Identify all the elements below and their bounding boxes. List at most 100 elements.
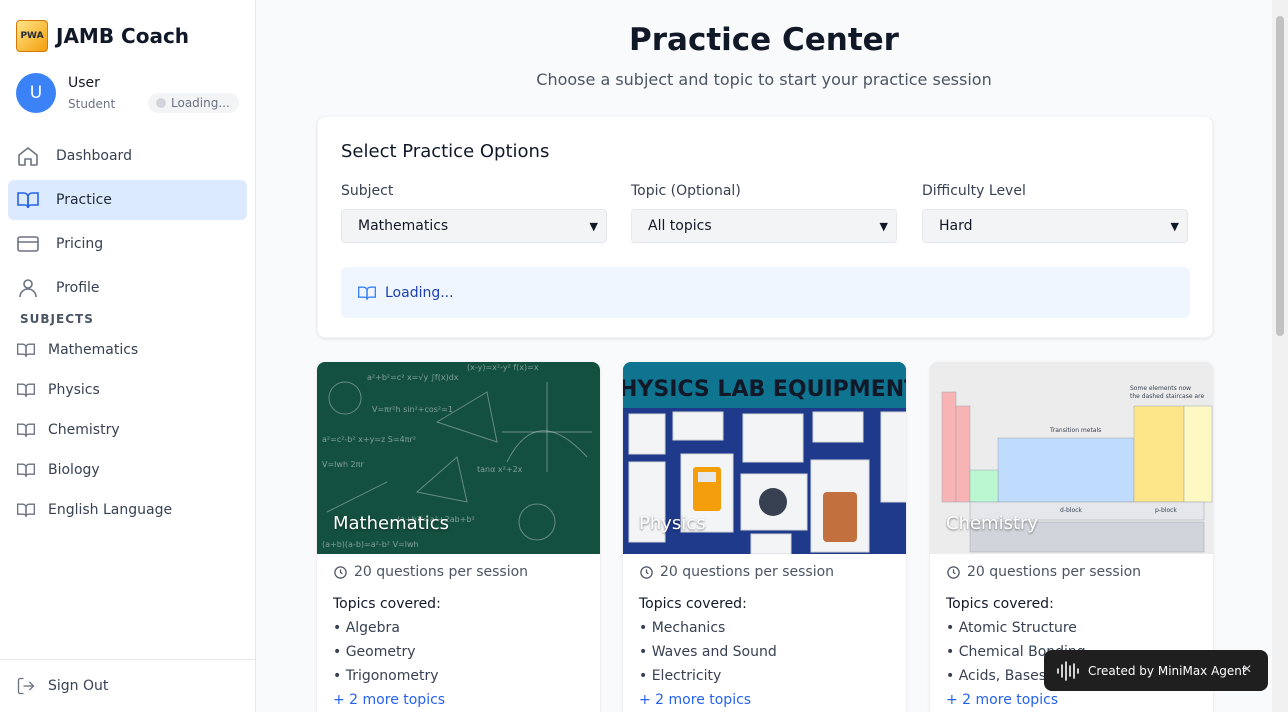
book-icon <box>17 423 35 437</box>
page-title: Practice Center <box>629 22 899 58</box>
clock-icon <box>334 565 347 579</box>
topic-item: • Atomic Structure <box>946 620 1077 636</box>
book-icon <box>17 383 35 397</box>
options-title: Select Practice Options <box>341 141 550 162</box>
audio-wave-icon <box>1057 660 1079 681</box>
svg-text:the dashed staircase are: the dashed staircase are <box>1130 393 1204 400</box>
chevron-down-icon: ▼ <box>589 219 598 233</box>
card-meta: 20 questions per session <box>639 564 890 580</box>
sidebar-item-label: Biology <box>48 462 100 478</box>
user-info: User Student <box>68 75 115 111</box>
svg-text:Some elements now: Some elements now <box>1130 385 1191 392</box>
card-meta: 20 questions per session <box>946 564 1197 580</box>
card-image-label: Chemistry <box>946 513 1039 534</box>
subject-select[interactable]: Mathematics ▼ <box>341 209 607 243</box>
nav-item-label: Practice <box>56 192 112 208</box>
sidebar-item-label: English Language <box>48 502 173 518</box>
card-body: 20 questions per session Topics covered:… <box>623 554 906 712</box>
sidebar-item-physics[interactable]: Physics <box>16 380 100 400</box>
card-image: a²+b²=c² x=√y ∫f(x)dx (x-y)=x²-y² f(x)=x… <box>317 362 600 554</box>
nav-item-pricing[interactable]: Pricing <box>8 224 247 264</box>
chevron-down-icon: ▼ <box>879 219 888 233</box>
status-badge: Loading... <box>148 93 239 113</box>
subject-label: Subject <box>341 183 394 199</box>
nav-item-label: Profile <box>56 280 100 296</box>
page-subtitle: Choose a subject and topic to start your… <box>536 70 992 89</box>
topic-item: • Mechanics <box>639 620 726 636</box>
svg-text:(x-y)=x²-y² f(x)=x: (x-y)=x²-y² f(x)=x <box>467 363 539 372</box>
svg-text:V=πr²h sin²+cos²=1: V=πr²h sin²+cos²=1 <box>372 405 453 414</box>
physics-banner-text: HYSICS LAB EQUIPMENT <box>623 377 906 402</box>
difficulty-select[interactable]: Hard ▼ <box>922 209 1188 243</box>
difficulty-label: Difficulty Level <box>922 183 1026 199</box>
card-image: HYSICS LAB EQUIPMENT Physics <box>623 362 906 554</box>
nav-item-practice[interactable]: Practice <box>8 180 247 220</box>
user-icon <box>19 279 37 298</box>
book-icon <box>17 192 39 209</box>
difficulty-select-value: Hard <box>939 218 973 234</box>
svg-text:d-block: d-block <box>1060 507 1082 514</box>
user-block: U User Student Loading... <box>16 73 240 113</box>
brand[interactable]: PWA JAMB Coach <box>16 20 189 52</box>
topic-item: • Electricity <box>639 668 722 684</box>
sidebar: PWA JAMB Coach U User Student Loading...… <box>0 0 256 712</box>
credit-card-icon <box>17 236 39 252</box>
log-out-icon <box>17 677 35 695</box>
practice-options-card: Select Practice Options Subject Mathemat… <box>317 116 1213 338</box>
sidebar-item-chemistry[interactable]: Chemistry <box>16 420 120 440</box>
topics-title: Topics covered: <box>639 596 747 612</box>
topic-item: • Waves and Sound <box>639 644 777 660</box>
brand-name: JAMB Coach <box>56 24 190 48</box>
book-icon <box>17 503 35 517</box>
nav-item-label: Dashboard <box>56 148 132 164</box>
svg-text:a²=c²-b² x+y=z S=4πr²: a²=c²-b² x+y=z S=4πr² <box>322 435 416 444</box>
topic-select-value: All topics <box>648 218 712 234</box>
questions-per-session: 20 questions per session <box>967 564 1142 580</box>
nav-item-profile[interactable]: Profile <box>8 268 247 308</box>
subject-card-physics[interactable]: HYSICS LAB EQUIPMENT Physics 20 question… <box>623 362 906 712</box>
svg-text:tanα x²+2x: tanα x²+2x <box>477 465 523 474</box>
subject-select-value: Mathematics <box>358 218 449 234</box>
sidebar-item-label: Physics <box>48 382 100 398</box>
svg-text:(a+b)(a-b)=a²-b² V=lwh: (a+b)(a-b)=a²-b² V=lwh <box>322 540 419 549</box>
scrollbar-thumb[interactable] <box>1276 16 1284 336</box>
svg-text:Transition metals: Transition metals <box>1049 427 1101 434</box>
sidebar-footer: Sign Out <box>0 659 255 712</box>
topic-item: • Algebra <box>333 620 400 636</box>
more-topics-link[interactable]: + 2 more topics <box>946 692 1197 708</box>
card-meta: 20 questions per session <box>333 564 584 580</box>
clock-icon <box>640 565 653 579</box>
topic-label: Topic (Optional) <box>631 183 741 199</box>
nav-item-label: Pricing <box>56 236 104 252</box>
sidebar-item-english-language[interactable]: English Language <box>16 500 172 520</box>
subject-card-mathematics[interactable]: a²+b²=c² x=√y ∫f(x)dx (x-y)=x²-y² f(x)=x… <box>317 362 600 712</box>
card-image: Some elements now the dashed staircase a… <box>930 362 1213 554</box>
book-icon <box>358 286 376 300</box>
sidebar-item-mathematics[interactable]: Mathematics <box>16 340 138 360</box>
scrollbar[interactable] <box>1272 0 1288 712</box>
nav-item-dashboard[interactable]: Dashboard <box>8 136 247 176</box>
sidebar-item-label: Chemistry <box>48 422 120 438</box>
user-name: User <box>68 75 100 91</box>
svg-text:a²+b²=c² x=√y ∫f(x)dx: a²+b²=c² x=√y ∫f(x)dx <box>367 373 459 382</box>
subjects-section-title: SUBJECTS <box>20 312 94 326</box>
user-role: Student <box>68 97 116 111</box>
svg-text:p-block: p-block <box>1155 507 1177 514</box>
clock-icon <box>947 565 960 579</box>
card-image-label: Mathematics <box>333 513 449 534</box>
questions-per-session: 20 questions per session <box>660 564 835 580</box>
close-icon[interactable]: ✕ <box>1242 662 1252 676</box>
book-icon <box>17 463 35 477</box>
app-logo: PWA <box>16 20 48 52</box>
topic-select[interactable]: All topics ▼ <box>631 209 897 243</box>
topics-title: Topics covered: <box>333 596 441 612</box>
topics-title: Topics covered: <box>946 596 1054 612</box>
sign-out-label: Sign Out <box>48 678 109 694</box>
sign-out-button[interactable]: Sign Out <box>16 676 108 696</box>
home-icon <box>18 146 38 166</box>
more-topics-link[interactable]: + 2 more topics <box>333 692 584 708</box>
questions-per-session: 20 questions per session <box>354 564 529 580</box>
sidebar-item-biology[interactable]: Biology <box>16 460 100 480</box>
minimax-agent-toast[interactable]: Created by MiniMax Agent ✕ <box>1044 650 1268 691</box>
more-topics-link[interactable]: + 2 more topics <box>639 692 890 708</box>
